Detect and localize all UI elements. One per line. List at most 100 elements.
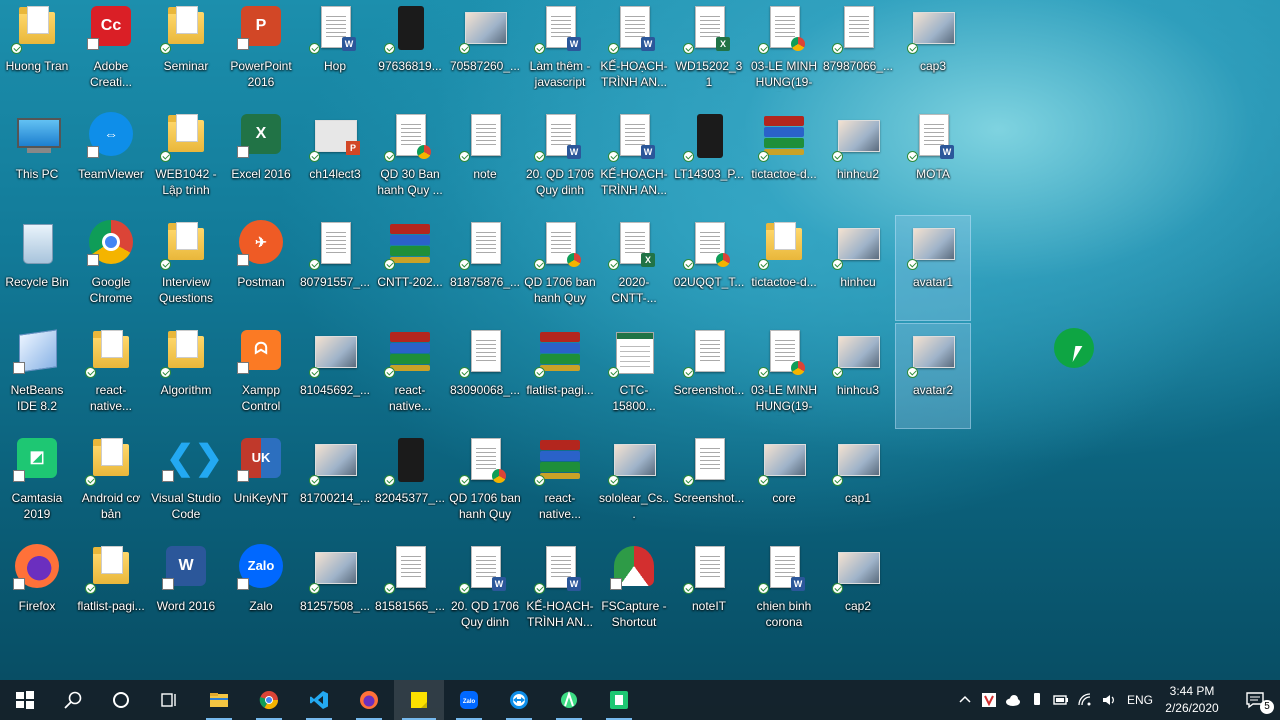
wifi-icon[interactable] <box>1077 692 1093 708</box>
desktop-icon[interactable]: 87987066_... <box>821 0 895 104</box>
desktop-icon[interactable]: X WD15202_31 <box>672 0 746 104</box>
start-button[interactable] <box>0 680 50 720</box>
onedrive-icon[interactable] <box>1005 692 1021 708</box>
desktop-icon[interactable]: W MOTA <box>896 108 970 212</box>
desktop-icon[interactable]: QD 1706 ban hanh Quy d... <box>448 432 522 536</box>
desktop-icon[interactable]: 03-LE MINH HUNG(19-2... <box>747 324 821 428</box>
camtasia[interactable] <box>594 680 644 720</box>
battery-icon[interactable] <box>1053 692 1069 708</box>
usb-icon[interactable] <box>1029 692 1045 708</box>
desktop-icon[interactable]: tictactoe-d... <box>747 216 821 320</box>
desktop-icon[interactable]: 82045377_... <box>373 432 447 536</box>
desktop-icon[interactable]: react-native... <box>373 324 447 428</box>
desktop-icon[interactable]: cap3 <box>896 0 970 104</box>
desktop-icon[interactable]: LT14303_P... <box>672 108 746 212</box>
desktop-icon[interactable]: W Làm thêm - javascript <box>523 0 597 104</box>
action-center-button[interactable]: 5 <box>1230 680 1280 720</box>
desktop-icon[interactable]: UK UniKeyNT <box>224 432 298 536</box>
desktop-icon-image <box>85 544 135 594</box>
desktop-icon[interactable]: 81045692_... <box>298 324 372 428</box>
desktop-icon[interactable]: Zalo Zalo <box>224 540 298 644</box>
volume-icon[interactable] <box>1101 692 1117 708</box>
desktop-icon[interactable]: Pch14lect3 <box>298 108 372 212</box>
google-chrome[interactable] <box>244 680 294 720</box>
desktop-icon[interactable]: 81700214_... <box>298 432 372 536</box>
desktop-icon[interactable]: Algorithm <box>149 324 223 428</box>
desktop-icon[interactable]: Seminar <box>149 0 223 104</box>
desktop-icon[interactable]: CTC-15800... <box>597 324 671 428</box>
desktop-icon[interactable]: X 2020-CNTT-... <box>597 216 671 320</box>
desktop-icon[interactable]: Huong Tran <box>0 0 74 104</box>
android-studio[interactable] <box>544 680 594 720</box>
desktop-icon[interactable]: W KẾ-HOẠCH-TRÌNH AN... <box>523 540 597 644</box>
desktop-icon[interactable]: ❮❯ Visual Studio Code <box>149 432 223 536</box>
zalo[interactable]: Zalo <box>444 680 494 720</box>
desktop-icon[interactable]: FSCapture - Shortcut <box>597 540 671 644</box>
search-button[interactable] <box>48 680 98 720</box>
desktop-icon[interactable]: 81581565_... <box>373 540 447 644</box>
vivaldi-icon[interactable] <box>981 692 997 708</box>
language-indicator[interactable]: ENG <box>1127 693 1153 707</box>
desktop-icon[interactable]: noteIT <box>672 540 746 644</box>
desktop-icon[interactable]: ⇔ TeamViewer <box>74 108 148 212</box>
desktop-icon[interactable]: core <box>747 432 821 536</box>
desktop-icon[interactable]: hinhcu2 <box>821 108 895 212</box>
desktop-icon[interactable]: avatar2 <box>895 323 971 429</box>
desktop-icon[interactable]: hinhcu3 <box>821 324 895 428</box>
desktop-icon[interactable]: Interview Questions <box>149 216 223 320</box>
desktop-icon[interactable]: ✈ Postman <box>224 216 298 320</box>
desktop-icon[interactable]: 03-LE MINH HUNG(19-2... <box>747 0 821 104</box>
desktop-icon[interactable]: Recycle Bin <box>0 216 74 320</box>
desktop-icon[interactable]: react-native... <box>523 432 597 536</box>
chevron-up-icon[interactable] <box>957 692 973 708</box>
desktop-icon[interactable]: W 20. QD 1706 Quy dinh ch... <box>523 108 597 212</box>
task-view-button[interactable] <box>144 680 194 720</box>
desktop-icon[interactable]: W Word 2016 <box>149 540 223 644</box>
desktop-icon[interactable]: QD 1706 ban hanh Quy d... <box>523 216 597 320</box>
desktop-icon[interactable]: ◩ Camtasia 2019 <box>0 432 74 536</box>
desktop-icon[interactable]: flatlist-pagi... <box>523 324 597 428</box>
firefox[interactable] <box>344 680 394 720</box>
desktop-icon[interactable]: Screenshot... <box>672 324 746 428</box>
desktop-icon[interactable]: 70587260_... <box>448 0 522 104</box>
desktop-icon[interactable]: P PowerPoint 2016 <box>224 0 298 104</box>
desktop-icon[interactable]: This PC <box>0 108 74 212</box>
desktop-icon[interactable]: sololear_Cs... <box>597 432 671 536</box>
desktop-icon[interactable]: 80791557_... <box>298 216 372 320</box>
desktop-icon[interactable]: cap1 <box>821 432 895 536</box>
desktop-icon[interactable]: Android cơ bản <box>74 432 148 536</box>
desktop-icon[interactable]: 83090068_... <box>448 324 522 428</box>
desktop-icon[interactable]: 02UQQT_T... <box>672 216 746 320</box>
desktop-icon[interactable]: ᗣ Xampp Control <box>224 324 298 428</box>
desktop-icon[interactable]: Firefox <box>0 540 74 644</box>
desktop-icon[interactable]: Screenshot... <box>672 432 746 536</box>
desktop-icon[interactable]: 81875876_... <box>448 216 522 320</box>
desktop-icon[interactable]: QD 30 Ban hanh Quy ... <box>373 108 447 212</box>
desktop-icon[interactable]: react-native... <box>74 324 148 428</box>
desktop-icon[interactable]: cap2 <box>821 540 895 644</box>
file-explorer[interactable] <box>194 680 244 720</box>
desktop-icon[interactable]: Wchien binh corona <box>747 540 821 644</box>
desktop-icon[interactable]: note <box>448 108 522 212</box>
cortana-button[interactable] <box>96 680 146 720</box>
desktop-icon[interactable]: W Hop <box>298 0 372 104</box>
sticky-notes[interactable] <box>394 680 444 720</box>
desktop-icon[interactable]: W KẾ-HOẠCH-TRÌNH AN... <box>597 0 671 104</box>
desktop-icon[interactable]: X Excel 2016 <box>224 108 298 212</box>
clock[interactable]: 3:44 PM 2/26/2020 <box>1156 683 1228 717</box>
desktop-icon[interactable]: Google Chrome <box>74 216 148 320</box>
desktop-icon[interactable]: flatlist-pagi... <box>74 540 148 644</box>
desktop-icon[interactable]: 81257508_... <box>298 540 372 644</box>
teamviewer[interactable] <box>494 680 544 720</box>
desktop-icon[interactable]: 97636819... <box>373 0 447 104</box>
desktop-icon[interactable]: NetBeans IDE 8.2 <box>0 324 74 428</box>
desktop-icon[interactable]: CNTT-202... <box>373 216 447 320</box>
desktop-icon[interactable]: Cc Adobe Creati... <box>74 0 148 104</box>
desktop-icon[interactable]: hinhcu <box>821 216 895 320</box>
desktop-icon[interactable]: tictactoe-d... <box>747 108 821 212</box>
desktop-icon[interactable]: W KẾ-HOẠCH-TRÌNH AN... <box>597 108 671 212</box>
desktop-icon[interactable]: WEB1042 - Lập trình cơ... <box>149 108 223 212</box>
desktop-icon[interactable]: W 20. QD 1706 Quy dinh ch... <box>448 540 522 644</box>
desktop-icon[interactable]: avatar1 <box>895 215 971 321</box>
visual-studio-code[interactable] <box>294 680 344 720</box>
